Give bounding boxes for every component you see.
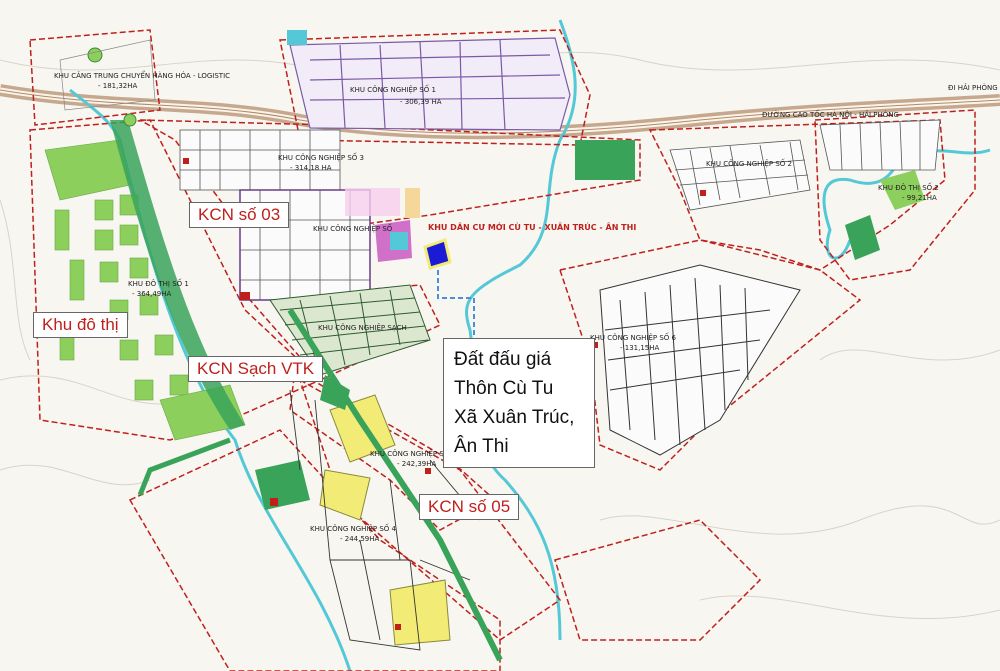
label-kcn4-name: KHU CÔNG NGHIỆP SỐ 4 bbox=[310, 523, 397, 533]
auction-line-3: Xã Xuân Trúc, bbox=[454, 407, 575, 428]
callout-auction-land: Đất đấu giá Thôn Cù Tu Xã Xuân Trúc, Ân … bbox=[443, 338, 595, 468]
label-highway: ĐƯỜNG CAO TỐC HÀ NỘI - HẢI PHÒNG bbox=[762, 109, 899, 119]
label-kcn-sach: KHU CÔNG NGHIỆP SẠCH bbox=[318, 323, 407, 332]
label-kcn3-area: - 314,18 HA bbox=[290, 164, 332, 172]
kcn6-grid bbox=[599, 264, 801, 456]
label-logistic-area: - 181,32HA bbox=[98, 82, 138, 90]
label-logistic-name: KHU CẢNG TRUNG CHUYỂN HÀNG HÓA - LOGISTI… bbox=[54, 70, 230, 80]
label-kcn3-name: KHU CÔNG NGHIỆP SỐ 3 bbox=[278, 152, 364, 162]
planning-map: KHU CÔNG NGHIỆP SỐ 1 - 306,39 HA KHU CÔN… bbox=[0, 0, 1000, 671]
label-kdt2-name: KHU ĐÔ THỊ SỐ 2 bbox=[878, 182, 939, 192]
label-kcn6-area: - 131,15HA bbox=[620, 344, 660, 352]
label-residential: KHU DÂN CƯ MỚI CÙ TU - XUÂN TRÚC - ÂN TH… bbox=[428, 221, 636, 232]
callout-kcn-sach-vtk: KCN Sạch VTK bbox=[188, 356, 324, 382]
label-kdt1-area: - 364,49HA bbox=[132, 290, 172, 298]
label-kcn6-name: KHU CÔNG NGHIỆP SỐ 6 bbox=[590, 332, 677, 342]
callout-kcn03: KCN số 03 bbox=[189, 202, 290, 228]
label-kdt1-name: KHU ĐÔ THỊ SỐ 1 bbox=[128, 278, 189, 288]
label-kcn-right: KHU CÔNG NGHIỆP SỐ 2 bbox=[706, 158, 792, 168]
label-kdt2-area: - 99,21HA bbox=[902, 194, 937, 202]
label-kcn-so: KHU CÔNG NGHIỆP SỐ bbox=[313, 223, 393, 233]
auction-line-4: Ân Thi bbox=[454, 436, 509, 457]
auction-line-1: Đất đấu giá bbox=[454, 349, 552, 370]
side-green-road bbox=[137, 437, 231, 496]
label-kcn4-area: - 244,59HA bbox=[340, 535, 380, 543]
map-canvas: KHU CÔNG NGHIỆP SỐ 1 - 306,39 HA KHU CÔN… bbox=[0, 19, 1000, 671]
label-to-hai-phong: ĐI HẢI PHÒNG bbox=[948, 83, 998, 92]
auction-plot bbox=[423, 238, 452, 270]
label-kcn1-area: - 306,39 HA bbox=[400, 98, 442, 106]
callout-kcn05: KCN số 05 bbox=[419, 494, 520, 520]
callout-khu-do-thi: Khu đô thị bbox=[33, 312, 128, 338]
kcn1-grid bbox=[289, 37, 571, 131]
auction-line-2: Thôn Cù Tu bbox=[454, 378, 554, 399]
label-kcn5-area: - 242,39HA bbox=[397, 460, 437, 468]
label-kcn1-name: KHU CÔNG NGHIỆP SỐ 1 bbox=[350, 84, 436, 94]
